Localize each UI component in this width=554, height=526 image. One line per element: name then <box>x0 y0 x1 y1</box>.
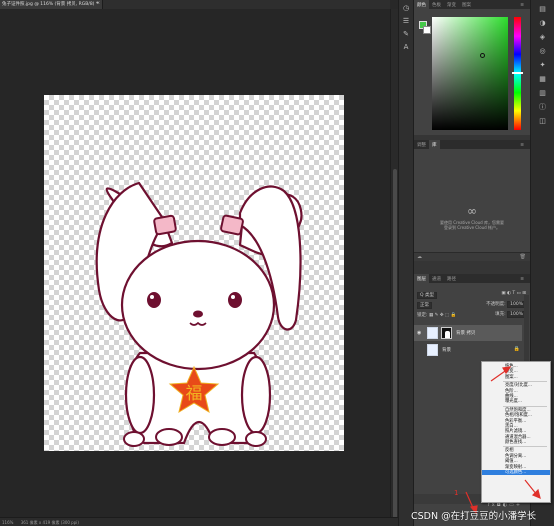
lock-icon: 🔒 <box>513 346 520 352</box>
tab-color[interactable]: 颜色 <box>414 0 429 9</box>
color-panel <box>414 9 530 135</box>
background-color-swatch[interactable] <box>423 26 431 34</box>
library-trash-icon[interactable]: 🗑 <box>520 254 526 260</box>
adjust-icon[interactable]: ◑ <box>536 18 550 28</box>
zoom-level[interactable]: 116% <box>2 520 13 525</box>
workspace: 福 <box>0 9 390 517</box>
menu-item-pattern[interactable]: 图案... <box>482 375 550 380</box>
layers-panel-tabs: 图层 通道 路径 ≡ <box>414 274 530 283</box>
rabbit-head <box>120 239 276 371</box>
layers-icon[interactable]: ◈ <box>536 32 550 42</box>
document-tab[interactable]: 兔子证件照.jpg @ 116% (背景 拷贝, RGB/8) * × <box>0 0 103 9</box>
color-panel-tabs: 颜色 色板 渐变 图案 ≡ <box>414 0 530 9</box>
collapsed-panel-strip: ◷ ☰ ✎ A <box>398 0 414 526</box>
visibility-eye-icon[interactable]: ◉ <box>417 330 423 336</box>
tab-swatches[interactable]: 色板 <box>429 0 444 9</box>
lock-icons[interactable]: ▦ ✎ ✥ ⬚ 🔒 <box>429 313 456 318</box>
fill-label: 填充: <box>495 312 506 317</box>
tab-libraries[interactable]: 库 <box>429 140 440 149</box>
filter-icons[interactable]: ▣ ◐ T ▭ ⊞ <box>501 291 526 296</box>
right-ear-inner <box>220 214 244 236</box>
layer-thumbnail <box>427 344 438 356</box>
rabbit-illustration: 福 <box>95 181 303 447</box>
tab-layers[interactable]: 图层 <box>414 274 429 283</box>
lock-row: 锁定: ▦ ✎ ✥ ⬚ 🔒 填充: 100% <box>414 310 530 319</box>
layer-row-background-copy[interactable]: ◉ 背景 拷贝 <box>414 325 522 341</box>
library-panel-tabs: 调整库 ≡ <box>414 140 530 149</box>
watermark: CSDN @在打豆豆的小潘学长 <box>411 511 537 522</box>
right-leg <box>240 355 272 435</box>
tab-adjustments[interactable]: 调整 <box>414 140 429 149</box>
left-leg <box>124 355 156 435</box>
close-tab-icon[interactable]: × <box>96 1 100 6</box>
layer-filter-row: Q 类型 ▣ ◐ T ▭ ⊞ <box>414 290 530 299</box>
right-foot <box>208 428 236 446</box>
channels-icon[interactable]: ◎ <box>536 46 550 56</box>
hue-slider[interactable] <box>512 17 523 130</box>
swatch-icon[interactable]: ▦ <box>536 74 550 84</box>
tab-paths[interactable]: 路径 <box>444 274 459 283</box>
tab-gradients[interactable]: 渐变 <box>444 0 459 9</box>
left-foot <box>155 428 183 446</box>
menu-item-exposure[interactable]: 曝光度... <box>482 399 550 404</box>
brush-icon[interactable]: ✎ <box>400 29 412 39</box>
right-eye <box>228 292 242 308</box>
nose <box>193 310 203 318</box>
layer-name: 背景 <box>442 348 451 353</box>
history-icon[interactable]: ◷ <box>400 3 412 13</box>
layer-thumbnail <box>427 327 438 339</box>
scroll-thumb[interactable] <box>393 169 397 519</box>
right-back-foot <box>245 431 267 447</box>
menu-item-selective-color[interactable]: 可选颜色... <box>482 470 550 476</box>
creative-cloud-icon: ∞ <box>467 204 477 218</box>
libraries-icon[interactable]: ▤ <box>536 4 550 14</box>
char-icon[interactable]: A <box>400 42 412 52</box>
document-size: 361 像素 x 419 像素 (300 ppi) <box>20 520 79 525</box>
blend-mode-select[interactable]: 正常 <box>417 302 432 309</box>
opacity-label: 不透明度: <box>486 302 506 307</box>
blend-row: 正常 不透明度: 100% <box>414 300 530 309</box>
library-cloud-icon[interactable]: ☁ <box>417 254 422 260</box>
fu-character: 福 <box>186 384 203 404</box>
libraries-message: 要使用 Creative Cloud 库，您需要 登录到 Creative Cl… <box>439 220 504 230</box>
libraries-panel: ∞ 要使用 Creative Cloud 库，您需要 登录到 Creative … <box>414 149 530 261</box>
navigator-icon[interactable]: ◫ <box>536 116 550 126</box>
left-eye <box>147 292 161 308</box>
gradient-icon[interactable]: ▥ <box>536 88 550 98</box>
tab-channels[interactable]: 通道 <box>429 274 444 283</box>
layer-name: 背景 拷贝 <box>456 331 476 336</box>
layer-filter-select[interactable]: Q 类型 <box>417 292 437 299</box>
adjustment-layer-menu: 纯色... 渐变... 图案... 亮度/对比度... 色阶... 曲线... … <box>481 361 551 503</box>
color-picker-ring[interactable] <box>480 53 485 58</box>
layer-row-background[interactable]: 背景 🔒 <box>414 342 522 358</box>
menu-item-color-lookup[interactable]: 颜色查找... <box>482 440 550 445</box>
libraries-footer: ☁ 🗑 <box>414 252 530 261</box>
document-title: 兔子证件照.jpg @ 116% (背景 拷贝, RGB/8) * <box>2 2 99 7</box>
paths-icon[interactable]: ✦ <box>536 60 550 70</box>
lock-label: 锁定: <box>417 313 428 318</box>
color-picker-field[interactable] <box>432 17 508 130</box>
hue-marker[interactable] <box>512 72 523 74</box>
tab-strip <box>103 0 390 9</box>
layer-mask-thumbnail[interactable] <box>441 327 452 339</box>
left-back-foot <box>123 431 145 447</box>
left-ear-inner <box>153 214 177 236</box>
status-bar: 116% 361 像素 x 419 像素 (300 ppi) <box>0 517 398 526</box>
menu-separator <box>503 405 547 407</box>
canvas[interactable]: 福 <box>44 95 344 451</box>
properties-icon[interactable]: ☰ <box>400 16 412 26</box>
info-icon[interactable]: ⓘ <box>536 102 550 112</box>
tab-patterns[interactable]: 图案 <box>459 0 474 9</box>
vertical-scrollbar[interactable] <box>390 9 398 519</box>
